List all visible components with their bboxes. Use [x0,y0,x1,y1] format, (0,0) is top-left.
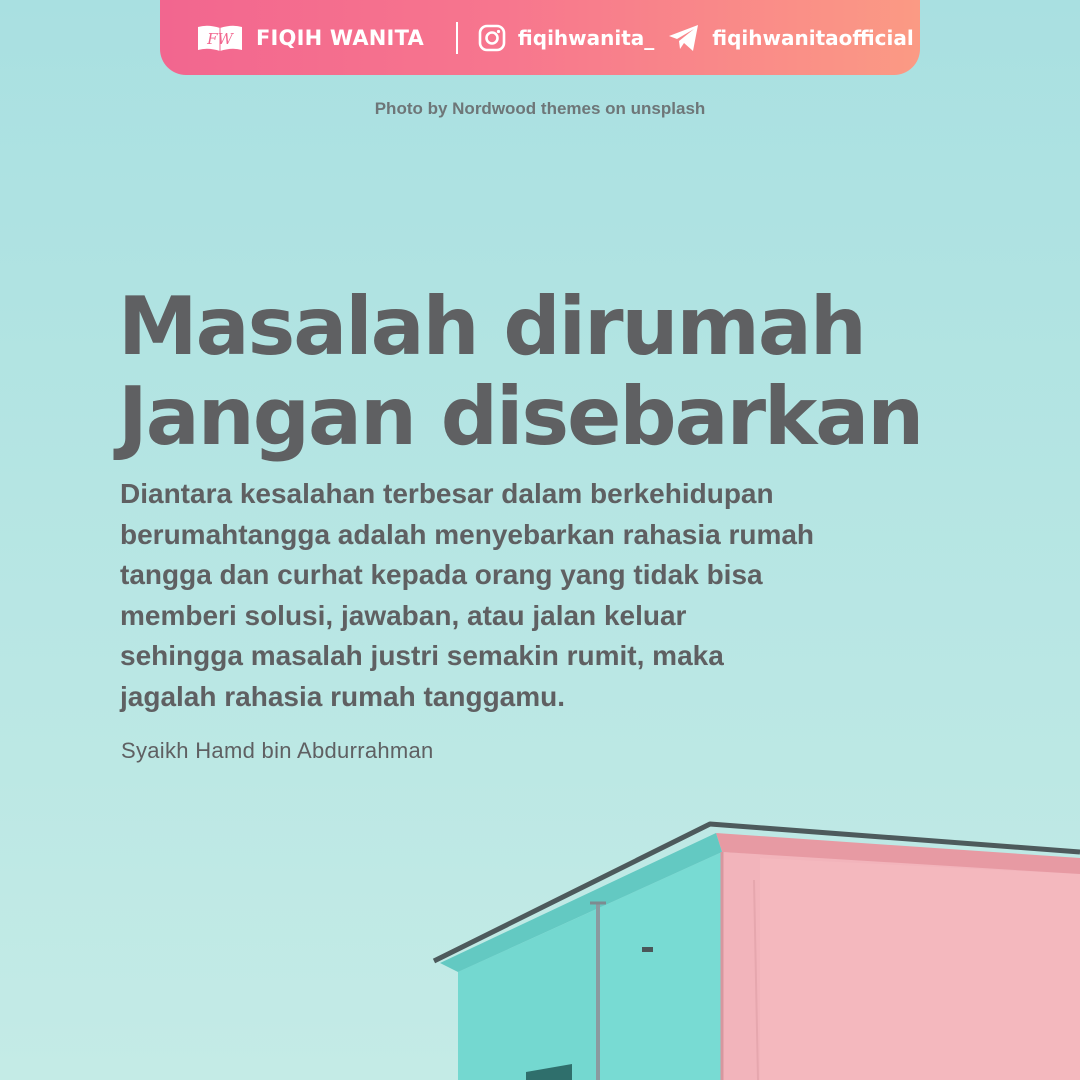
telegram-handle[interactable]: fiqihwanitaofficial [712,26,913,50]
title-line-1: Masalah dirumah [118,280,867,373]
telegram-icon[interactable] [668,24,700,52]
logo-monogram: FW [206,30,234,48]
header-bar: FW FIQIH WANITA fiqihwanita_ fiqihwanita… [160,0,920,75]
quote-body: Diantara kesalahan terbesar dalam berkeh… [120,474,920,717]
quote-line: berumahtangga adalah menyebarkan rahasia… [120,518,815,550]
quote-line: Diantara kesalahan terbesar dalam berkeh… [120,478,774,509]
quote-line: sehingga masalah justri semakin rumit, m… [120,640,724,671]
quote-poster: FW FIQIH WANITA fiqihwanita_ fiqihwanita… [0,0,1080,1080]
quote-line: memberi solusi, jawaban, atau jalan kelu… [120,599,687,631]
header-divider [455,21,458,54]
instagram-icon[interactable] [478,24,506,52]
building-wall-fixture [642,947,653,952]
building-pink-wall-light [760,858,1080,1080]
instagram-handle[interactable]: fiqihwanita_ [518,26,654,50]
open-book-logo-icon: FW [198,25,242,51]
title-line-2: Jangan disebarkan [118,370,924,463]
brand-name: FIQIH WANITA [256,25,424,50]
quote-line: tangga dan curhat kepada orang yang tida… [120,559,763,590]
photo-credit: Photo by Nordwood themes on unsplash [374,99,706,118]
quote-attribution: Syaikh Hamd bin Abdurrahman [121,738,434,763]
quote-line: jagalah rahasia rumah tanggamu. [120,680,566,712]
page-title: Masalah dirumah Jangan disebarkan [118,280,924,463]
